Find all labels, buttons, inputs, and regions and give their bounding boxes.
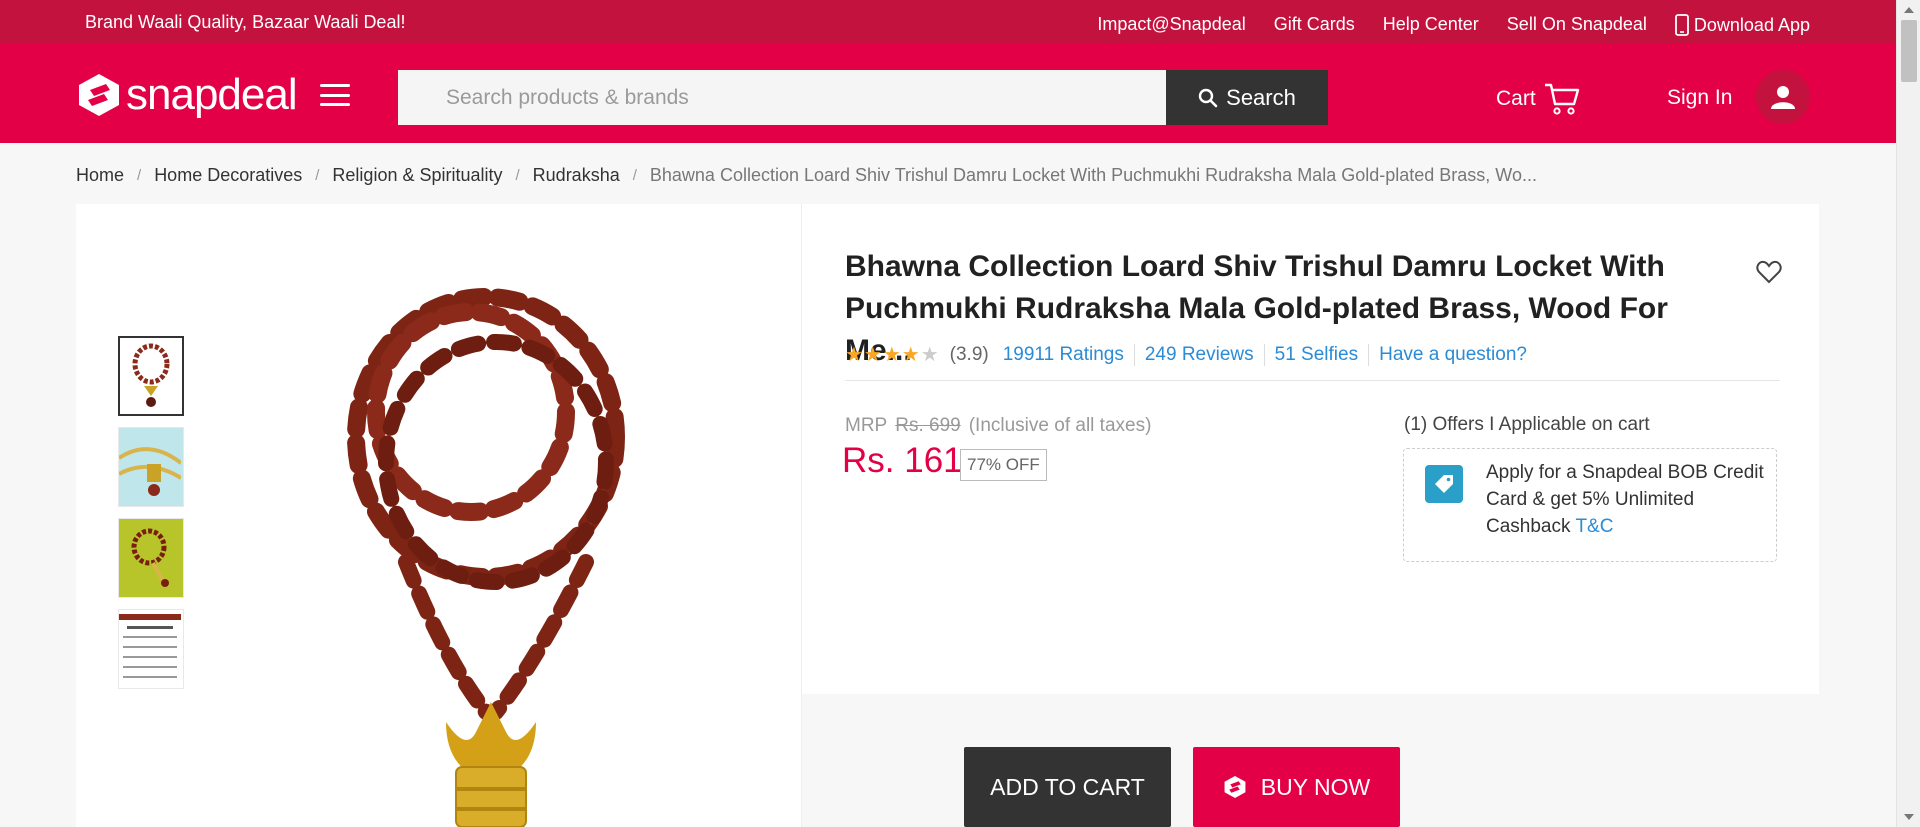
user-icon bbox=[1771, 86, 1795, 109]
product-details: Bhawna Collection Loard Shiv Trishul Dam… bbox=[802, 204, 1819, 694]
search-icon bbox=[1198, 88, 1218, 107]
sell-on-snapdeal-link[interactable]: Sell On Snapdeal bbox=[1507, 14, 1647, 36]
thumbnail-1[interactable] bbox=[118, 336, 184, 416]
tagline: Brand Waali Quality, Bazaar Waali Deal! bbox=[85, 12, 406, 32]
user-avatar[interactable] bbox=[1756, 70, 1810, 124]
breadcrumb-separator: / bbox=[632, 167, 637, 184]
download-app-label: Download App bbox=[1693, 14, 1810, 35]
product-card: Bhawna Collection Loard Shiv Trishul Dam… bbox=[76, 204, 1819, 827]
buy-now-button[interactable]: BUY NOW bbox=[1193, 747, 1400, 827]
offer-card: Apply for a Snapdeal BOB Credit Card & g… bbox=[1403, 448, 1777, 562]
discount-badge: 77% OFF bbox=[960, 449, 1047, 481]
mrp-label: MRP bbox=[845, 415, 888, 436]
thumbnail-3[interactable] bbox=[118, 518, 184, 598]
thumbnail-2[interactable] bbox=[118, 427, 184, 507]
search-button[interactable]: Search bbox=[1166, 70, 1328, 125]
impact-link[interactable]: Impact@Snapdeal bbox=[1097, 14, 1245, 36]
mrp-value: Rs. 699 bbox=[895, 415, 961, 436]
offer-description: Apply for a Snapdeal BOB Credit Card & g… bbox=[1486, 462, 1764, 537]
breadcrumb-separator: / bbox=[137, 167, 142, 184]
top-strip: Brand Waali Quality, Bazaar Waali Deal! … bbox=[0, 0, 1896, 44]
scrollbar-thumb[interactable] bbox=[1901, 20, 1917, 82]
main-header: snapdeal Search Cart Sign In bbox=[0, 44, 1896, 143]
offer-text: Apply for a Snapdeal BOB Credit Card & g… bbox=[1486, 459, 1771, 540]
mrp-line: MRP Rs. 699 (Inclusive of all taxes) bbox=[845, 415, 1151, 437]
ratings-link[interactable]: 19911 Ratings bbox=[1003, 344, 1134, 366]
sign-in-link[interactable]: Sign In bbox=[1667, 86, 1732, 110]
add-to-cart-button[interactable]: ADD TO CART bbox=[964, 747, 1171, 827]
snapdeal-logo[interactable]: snapdeal bbox=[76, 70, 298, 119]
scroll-up-icon[interactable] bbox=[1904, 7, 1914, 13]
snapdeal-small-icon bbox=[1224, 776, 1246, 798]
rating-score: (3.9) bbox=[949, 343, 989, 365]
add-to-cart-label: ADD TO CART bbox=[990, 773, 1145, 800]
breadcrumb-separator: / bbox=[515, 167, 520, 184]
selling-price: Rs. 161 bbox=[842, 441, 963, 480]
breadcrumb-religion[interactable]: Religion & Spirituality bbox=[332, 165, 502, 186]
product-image[interactable] bbox=[296, 262, 686, 827]
selfies-link[interactable]: 51 Selfies bbox=[1263, 343, 1368, 366]
breadcrumb-home-decoratives[interactable]: Home Decoratives bbox=[154, 165, 302, 186]
gift-cards-link[interactable]: Gift Cards bbox=[1274, 14, 1355, 36]
question-link[interactable]: Have a question? bbox=[1368, 343, 1537, 366]
snapdeal-logo-icon bbox=[79, 74, 119, 116]
reviews-link[interactable]: 249 Reviews bbox=[1133, 343, 1264, 366]
thumbnail-4[interactable] bbox=[118, 609, 184, 689]
cart-button[interactable]: Cart bbox=[1496, 82, 1580, 116]
star-rating-icon: ★★★★★ bbox=[845, 344, 940, 366]
search-input[interactable] bbox=[398, 70, 1166, 125]
phone-icon bbox=[1675, 14, 1689, 36]
offers-label: (1) Offers I Applicable on cart bbox=[1404, 414, 1650, 435]
search-button-label: Search bbox=[1226, 84, 1296, 110]
cart-label: Cart bbox=[1496, 87, 1536, 110]
logo-text: snapdeal bbox=[126, 70, 298, 119]
purchase-actions: ADD TO CART BUY NOW bbox=[802, 694, 1819, 827]
tax-note: (Inclusive of all taxes) bbox=[968, 415, 1152, 436]
wishlist-heart-icon[interactable] bbox=[1756, 260, 1782, 289]
offer-tag-icon bbox=[1425, 465, 1463, 503]
top-links: Impact@Snapdeal Gift Cards Help Center S… bbox=[1097, 14, 1810, 36]
divider bbox=[845, 380, 1780, 381]
rating-row: ★★★★★ (3.9) 19911 Ratings 249 Reviews 51… bbox=[845, 342, 1537, 367]
buy-now-label: BUY NOW bbox=[1260, 773, 1371, 800]
help-center-link[interactable]: Help Center bbox=[1383, 14, 1479, 36]
search-bar: Search bbox=[398, 70, 1328, 125]
product-gallery bbox=[76, 204, 802, 827]
breadcrumb-rudraksha[interactable]: Rudraksha bbox=[533, 165, 620, 186]
breadcrumb-current: Bhawna Collection Loard Shiv Trishul Dam… bbox=[649, 165, 1537, 185]
menu-icon[interactable] bbox=[320, 84, 350, 106]
breadcrumb: Home / Home Decoratives / Religion & Spi… bbox=[76, 165, 1537, 186]
thumbnail-list bbox=[118, 336, 184, 700]
breadcrumb-separator: / bbox=[315, 167, 320, 184]
download-app-link[interactable]: Download App bbox=[1675, 14, 1810, 36]
scroll-down-icon[interactable] bbox=[1904, 814, 1914, 820]
cart-icon bbox=[1544, 83, 1579, 115]
terms-link[interactable]: T&C bbox=[1575, 516, 1613, 537]
breadcrumb-home[interactable]: Home bbox=[76, 165, 124, 186]
page-scrollbar[interactable] bbox=[1896, 0, 1920, 827]
